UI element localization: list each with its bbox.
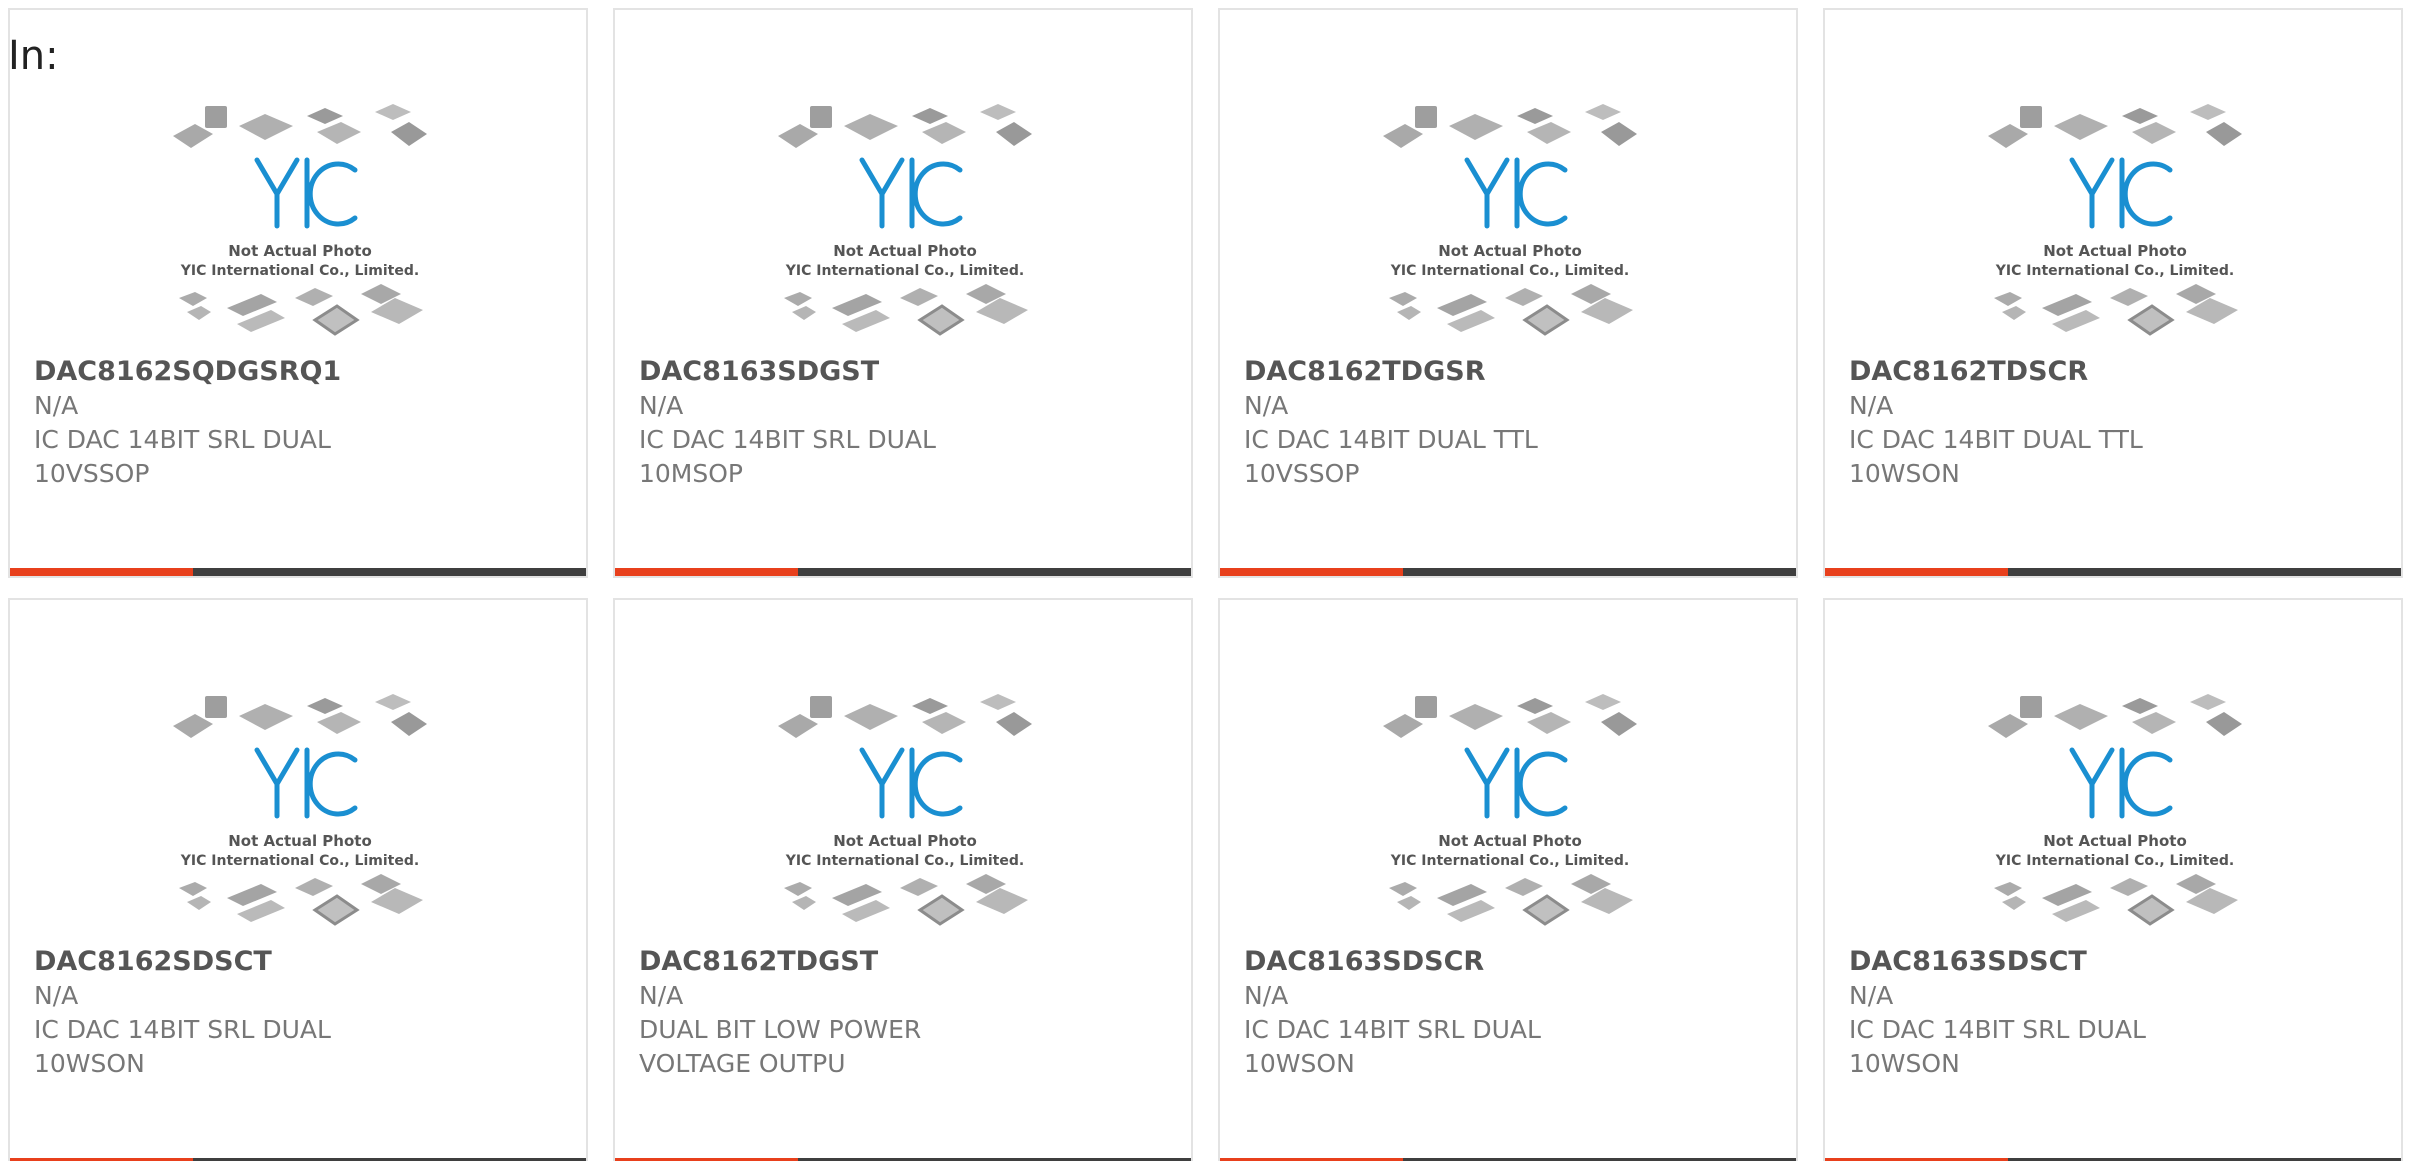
product-info: DAC8163SDSCT N/A IC DAC 14BIT SRL DUAL 1… <box>1849 945 2229 1081</box>
photo-caption-line2: YIC International Co., Limited. <box>1390 263 1629 279</box>
placeholder-photo[interactable]: Not Actual Photo YIC International Co., … <box>1980 98 2250 348</box>
in-label: In: <box>8 33 59 79</box>
chip-packages-icon <box>1994 874 2238 926</box>
product-card[interactable]: Not Actual Photo YIC International Co., … <box>8 8 588 578</box>
photo-caption-line2: YIC International Co., Limited. <box>785 263 1024 279</box>
product-info: DAC8162SDSCT N/A IC DAC 14BIT SRL DUAL 1… <box>34 945 414 1081</box>
part-number-link[interactable]: DAC8163SDGST <box>639 355 1019 389</box>
manufacturer: N/A <box>1849 391 1894 420</box>
chip-packages-icon <box>1994 284 2238 336</box>
chip-packages-icon <box>1383 694 1637 738</box>
chip-packages-icon <box>1383 104 1637 148</box>
photo-caption-line1: Not Actual Photo <box>1438 832 1582 850</box>
yic-logo-icon <box>1464 747 1568 819</box>
description: IC DAC 14BIT DUAL TTL 10VSSOP <box>1244 425 1538 488</box>
manufacturer: N/A <box>34 391 79 420</box>
chip-packages-icon <box>173 694 427 738</box>
photo-caption-line2: YIC International Co., Limited. <box>1995 263 2234 279</box>
chip-packages-icon <box>1389 284 1633 336</box>
product-info: DAC8163SDSCR N/A IC DAC 14BIT SRL DUAL 1… <box>1244 945 1624 1081</box>
photo-caption-line2: YIC International Co., Limited. <box>1390 853 1629 869</box>
yic-logo-icon <box>859 747 963 819</box>
chip-packages-icon <box>1988 104 2242 148</box>
part-number-link[interactable]: DAC8162TDGST <box>639 945 1019 979</box>
card-bottom-bar <box>10 568 586 576</box>
description: IC DAC 14BIT DUAL TTL 10WSON <box>1849 425 2143 488</box>
card-accent-bar <box>1220 568 1403 576</box>
placeholder-photo[interactable]: Not Actual Photo YIC International Co., … <box>1980 688 2250 938</box>
photo-caption-line2: YIC International Co., Limited. <box>785 853 1024 869</box>
photo-caption-line1: Not Actual Photo <box>228 832 372 850</box>
part-number-link[interactable]: DAC8163SDSCR <box>1244 945 1624 979</box>
chip-packages-icon <box>784 874 1028 926</box>
product-card[interactable]: Not Actual Photo YIC International Co., … <box>613 8 1193 578</box>
photo-caption-line1: Not Actual Photo <box>833 242 977 260</box>
chip-packages-icon <box>1988 694 2242 738</box>
product-info: DAC8163SDGST N/A IC DAC 14BIT SRL DUAL 1… <box>639 355 1019 491</box>
product-card[interactable]: Not Actual Photo YIC International Co., … <box>1823 598 2403 1161</box>
card-accent-bar <box>615 568 798 576</box>
product-grid: Not Actual Photo YIC International Co., … <box>8 8 2404 1161</box>
manufacturer: N/A <box>639 981 684 1010</box>
chip-packages-icon <box>778 104 1032 148</box>
photo-caption-line2: YIC International Co., Limited. <box>1995 853 2234 869</box>
placeholder-photo[interactable]: Not Actual Photo YIC International Co., … <box>770 688 1040 938</box>
card-bottom-bar <box>1220 568 1796 576</box>
part-number-link[interactable]: DAC8162TDGSR <box>1244 355 1624 389</box>
card-bottom-bar <box>615 568 1191 576</box>
photo-caption-line1: Not Actual Photo <box>228 242 372 260</box>
product-card[interactable]: Not Actual Photo YIC International Co., … <box>8 598 588 1161</box>
photo-caption-line2: YIC International Co., Limited. <box>180 263 419 279</box>
product-info: DAC8162TDGST N/A DUAL BIT LOW POWER VOLT… <box>639 945 1019 1081</box>
card-accent-bar <box>1825 568 2008 576</box>
card-accent-bar <box>10 568 193 576</box>
chip-packages-icon <box>179 874 423 926</box>
part-number-link[interactable]: DAC8162SDSCT <box>34 945 414 979</box>
product-card[interactable]: Not Actual Photo YIC International Co., … <box>1218 8 1798 578</box>
product-info: DAC8162TDGSR N/A IC DAC 14BIT DUAL TTL 1… <box>1244 355 1624 491</box>
yic-logo-icon <box>1464 157 1568 229</box>
chip-packages-icon <box>179 284 423 336</box>
manufacturer: N/A <box>639 391 684 420</box>
product-card[interactable]: Not Actual Photo YIC International Co., … <box>1218 598 1798 1161</box>
placeholder-photo[interactable]: Not Actual Photo YIC International Co., … <box>770 98 1040 348</box>
product-listing-page: Not Actual Photo YIC International Co., … <box>0 0 2410 1161</box>
part-number-link[interactable]: DAC8163SDSCT <box>1849 945 2229 979</box>
placeholder-photo[interactable]: Not Actual Photo YIC International Co., … <box>165 688 435 938</box>
manufacturer: N/A <box>1244 981 1289 1010</box>
card-bottom-bar <box>1825 568 2401 576</box>
product-info: DAC8162TDSCR N/A IC DAC 14BIT DUAL TTL 1… <box>1849 355 2229 491</box>
part-number-link[interactable]: DAC8162SQDGSRQ1 <box>34 355 414 389</box>
part-number-link[interactable]: DAC8162TDSCR <box>1849 355 2229 389</box>
product-card[interactable]: Not Actual Photo YIC International Co., … <box>613 598 1193 1161</box>
yic-logo-icon <box>254 747 358 819</box>
manufacturer: N/A <box>34 981 79 1010</box>
manufacturer: N/A <box>1849 981 1894 1010</box>
chip-packages-icon <box>1389 874 1633 926</box>
placeholder-photo[interactable]: Not Actual Photo YIC International Co., … <box>165 98 435 348</box>
description: DUAL BIT LOW POWER VOLTAGE OUTPU <box>639 1015 922 1078</box>
chip-packages-icon <box>784 284 1028 336</box>
description: IC DAC 14BIT SRL DUAL 10MSOP <box>639 425 936 488</box>
chip-packages-icon <box>778 694 1032 738</box>
yic-logo-icon <box>859 157 963 229</box>
chip-packages-icon <box>173 104 427 148</box>
manufacturer: N/A <box>1244 391 1289 420</box>
product-info: DAC8162SQDGSRQ1 N/A IC DAC 14BIT SRL DUA… <box>34 355 414 491</box>
photo-caption-line1: Not Actual Photo <box>1438 242 1582 260</box>
yic-logo-icon <box>2069 747 2173 819</box>
description: IC DAC 14BIT SRL DUAL 10WSON <box>34 1015 331 1078</box>
yic-logo-icon <box>2069 157 2173 229</box>
placeholder-photo[interactable]: Not Actual Photo YIC International Co., … <box>1375 688 1645 938</box>
placeholder-photo[interactable]: Not Actual Photo YIC International Co., … <box>1375 98 1645 348</box>
photo-caption-line1: Not Actual Photo <box>2043 242 2187 260</box>
description: IC DAC 14BIT SRL DUAL 10VSSOP <box>34 425 331 488</box>
photo-caption-line1: Not Actual Photo <box>2043 832 2187 850</box>
description: IC DAC 14BIT SRL DUAL 10WSON <box>1849 1015 2146 1078</box>
description: IC DAC 14BIT SRL DUAL 10WSON <box>1244 1015 1541 1078</box>
product-card[interactable]: Not Actual Photo YIC International Co., … <box>1823 8 2403 578</box>
photo-caption-line1: Not Actual Photo <box>833 832 977 850</box>
yic-logo-icon <box>254 157 358 229</box>
photo-caption-line2: YIC International Co., Limited. <box>180 853 419 869</box>
